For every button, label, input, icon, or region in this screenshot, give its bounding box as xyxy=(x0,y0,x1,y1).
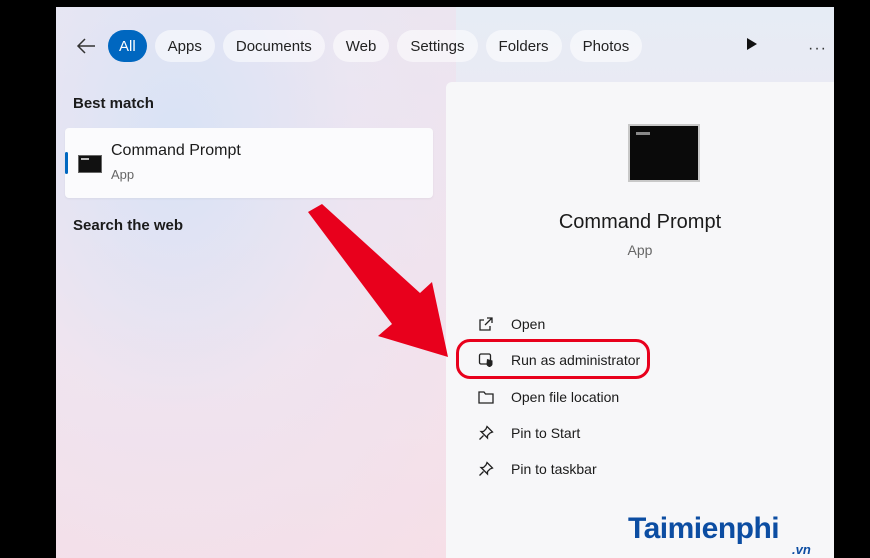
watermark-tld: .vn xyxy=(792,542,811,557)
annotation-arrow-icon xyxy=(308,204,448,357)
watermark-logo: Taimienphi .vn xyxy=(628,512,811,557)
watermark-brand: Taimienphi xyxy=(628,512,780,545)
